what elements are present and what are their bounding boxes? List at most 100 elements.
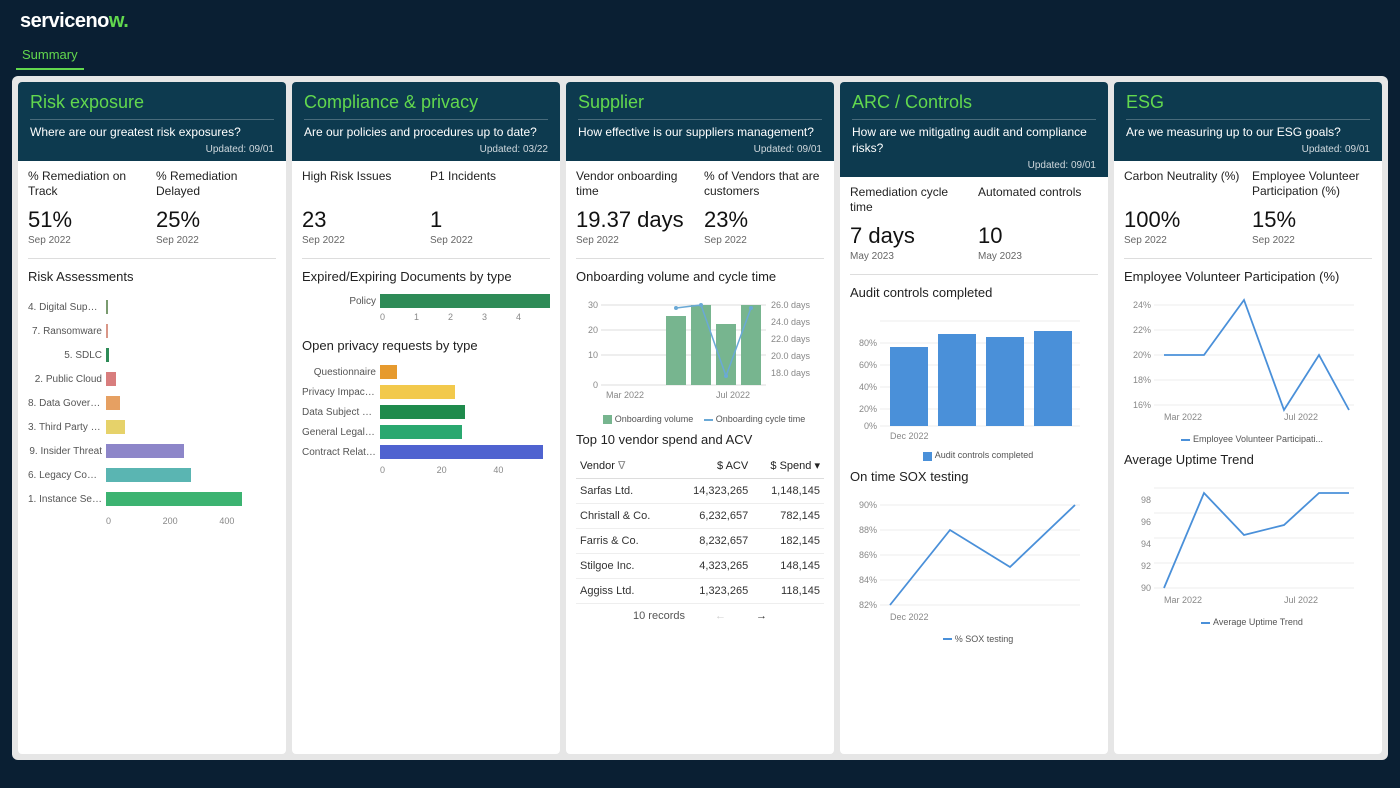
bar — [380, 365, 397, 379]
bar — [380, 385, 455, 399]
bar-row: 8. Data Governa... — [28, 396, 276, 410]
table-row[interactable]: Sarfas Ltd.14,323,2651,148,145 — [576, 479, 824, 504]
table-cell: Stilgoe Inc. — [576, 554, 674, 579]
bar — [106, 300, 108, 314]
kpi-value: 51% — [28, 207, 148, 233]
bar — [106, 444, 184, 458]
svg-text:82%: 82% — [859, 600, 877, 610]
kpi-value: 23% — [704, 207, 824, 233]
svg-text:Mar 2022: Mar 2022 — [1164, 412, 1202, 422]
kpi-value: 10 — [978, 223, 1098, 249]
bar — [380, 294, 550, 308]
kpi-label: % Remediation on Track — [28, 169, 148, 199]
col-acv[interactable]: $ ACV — [674, 453, 753, 479]
vendor-table: Vendor ∇ $ ACV $ Spend ▾ Sarfas Ltd.14,3… — [576, 453, 824, 604]
brand-logo: servicenow. — [20, 10, 128, 32]
bar — [106, 324, 108, 338]
chart-risk-assessments: 4. Digital Supply...7. Ransomware5. SDLC… — [28, 290, 276, 748]
legend-evp: Employee Volunteer Participati... — [1193, 434, 1323, 444]
col-spend[interactable]: $ Spend ▾ — [752, 453, 824, 479]
svg-text:10: 10 — [588, 350, 598, 360]
svg-text:20%: 20% — [859, 404, 877, 414]
table-cell: Christall & Co. — [576, 504, 674, 529]
kpi-value: 19.37 days — [576, 207, 696, 233]
kpi-label: Employee Volunteer Participation (%) — [1252, 169, 1372, 199]
card-compliance-title: Compliance & privacy — [304, 92, 548, 113]
kpi-value: 7 days — [850, 223, 970, 249]
card-arc: ARC / Controls How are we mitigating aud… — [840, 82, 1108, 754]
table-row[interactable]: Christall & Co.6,232,657782,145 — [576, 504, 824, 529]
bar-label: 7. Ransomware — [28, 326, 106, 337]
svg-text:Jul 2022: Jul 2022 — [716, 390, 750, 400]
bar-label: 6. Legacy Code ... — [28, 470, 106, 481]
kpi-value: 15% — [1252, 207, 1372, 233]
card-esg: ESG Are we measuring up to our ESG goals… — [1114, 82, 1382, 754]
filter-icon[interactable]: ∇ — [618, 460, 625, 472]
svg-text:0: 0 — [593, 380, 598, 390]
bar-label: 9. Insider Threat — [28, 446, 106, 457]
svg-text:90: 90 — [1141, 583, 1151, 593]
bar-row: 5. SDLC — [28, 348, 276, 362]
card-compliance-header: Compliance & privacy Are our policies an… — [292, 82, 560, 161]
table-cell: 1,323,265 — [674, 579, 753, 604]
records-count: 10 records — [633, 610, 685, 622]
bar-label: 8. Data Governa... — [28, 398, 106, 409]
tab-summary[interactable]: Summary — [16, 43, 84, 70]
kpi-carbon-neutrality: Carbon Neutrality (%) 100% Sep 2022 — [1124, 169, 1244, 246]
bar-label: 5. SDLC — [28, 350, 106, 361]
kpi-label: % Remediation Delayed — [156, 169, 276, 199]
kpi-label: Carbon Neutrality (%) — [1124, 169, 1244, 199]
table-row[interactable]: Aggiss Ltd.1,323,265118,145 — [576, 579, 824, 604]
chart-title-onboarding: Onboarding volume and cycle time — [576, 269, 824, 284]
bar-row: 3. Third Party Vul... — [28, 420, 276, 434]
brand-text-b: w — [109, 10, 123, 32]
bar-label: Policy — [302, 296, 380, 307]
bar-row: 7. Ransomware — [28, 324, 276, 338]
legend-sox: % SOX testing — [955, 634, 1014, 644]
pager-prev[interactable]: ← — [715, 610, 726, 622]
svg-text:20.0 days: 20.0 days — [771, 351, 811, 361]
top-bar: servicenow. — [0, 0, 1400, 37]
kpi-vendors-customers: % of Vendors that are customers 23% Sep … — [704, 169, 824, 246]
table-row[interactable]: Stilgoe Inc.4,323,265148,145 — [576, 554, 824, 579]
bar-row: 6. Legacy Code ... — [28, 468, 276, 482]
svg-text:0%: 0% — [864, 421, 877, 431]
svg-text:86%: 86% — [859, 550, 877, 560]
kpi-label: Automated controls — [978, 185, 1098, 215]
table-cell: 4,323,265 — [674, 554, 753, 579]
svg-text:24%: 24% — [1133, 300, 1151, 310]
svg-text:80%: 80% — [859, 338, 877, 348]
card-risk-question: Where are our greatest risk exposures? — [30, 124, 274, 140]
card-arc-title: ARC / Controls — [852, 92, 1096, 113]
col-vendor[interactable]: Vendor ∇ — [576, 453, 674, 479]
bar — [380, 405, 465, 419]
kpi-remediation-on-track: % Remediation on Track 51% Sep 2022 — [28, 169, 148, 246]
chart-audit-controls: 80% 60% 40% 20% 0% Dec 2022 Audit contro… — [850, 306, 1098, 460]
bar — [106, 492, 242, 506]
kpi-value: 25% — [156, 207, 276, 233]
sort-icon[interactable]: ▾ — [814, 460, 820, 472]
bar-label: 2. Public Cloud — [28, 374, 106, 385]
kpi-label: % of Vendors that are customers — [704, 169, 824, 199]
kpi-date: Sep 2022 — [430, 235, 550, 246]
kpi-evp: Employee Volunteer Participation (%) 15%… — [1252, 169, 1372, 246]
card-risk-title: Risk exposure — [30, 92, 274, 113]
chart-uptime: 98 96 94 92 90 Mar 2022 Jul 2022 Average… — [1124, 473, 1372, 627]
table-cell: Farris & Co. — [576, 529, 674, 554]
bar-row: General Legal R... — [302, 425, 550, 439]
table-row[interactable]: Farris & Co.8,232,657182,145 — [576, 529, 824, 554]
table-cell: 14,323,265 — [674, 479, 753, 504]
legend-uptime: Average Uptime Trend — [1213, 617, 1303, 627]
kpi-label: Remediation cycle time — [850, 185, 970, 215]
kpi-label: High Risk Issues — [302, 169, 422, 199]
legend-onboarding-cycle: Onboarding cycle time — [716, 414, 806, 424]
svg-text:40%: 40% — [859, 382, 877, 392]
table-cell: 1,148,145 — [752, 479, 824, 504]
svg-text:98: 98 — [1141, 495, 1151, 505]
pager-next[interactable]: → — [756, 610, 767, 622]
svg-text:Dec 2022: Dec 2022 — [890, 612, 929, 622]
chart-title-privacy-requests: Open privacy requests by type — [302, 338, 550, 353]
kpi-date: Sep 2022 — [28, 235, 148, 246]
kpi-automated-controls: Automated controls 10 May 2023 — [978, 185, 1098, 262]
table-pager: 10 records ← → — [576, 604, 824, 624]
